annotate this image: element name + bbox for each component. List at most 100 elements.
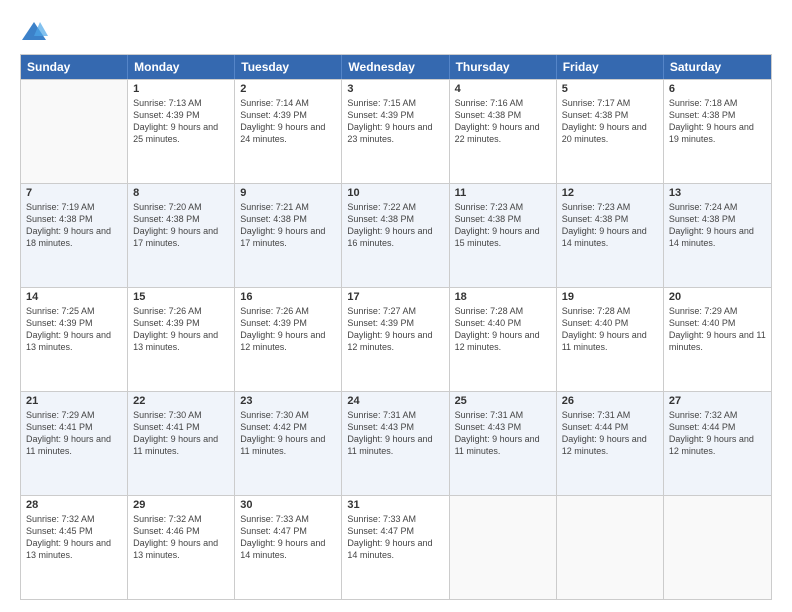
cell-info: Sunrise: 7:22 AMSunset: 4:38 PMDaylight:… [347, 201, 443, 250]
calendar-cell-w1-d1 [21, 80, 128, 183]
cell-info: Sunrise: 7:23 AMSunset: 4:38 PMDaylight:… [455, 201, 551, 250]
calendar-cell-w2-d7: 13Sunrise: 7:24 AMSunset: 4:38 PMDayligh… [664, 184, 771, 287]
calendar-cell-w4-d2: 22 Sunrise: 7:30 AMSunset: 4:41 PMDayligh… [128, 392, 235, 495]
cell-info: Sunrise: 7:17 AMSunset: 4:38 PMDaylight:… [562, 97, 658, 146]
cell-info: Sunrise: 7:27 AMSunset: 4:39 PMDaylight:… [347, 305, 443, 354]
calendar: SundayMondayTuesdayWednesdayThursdayFrid… [20, 54, 772, 600]
cell-day-number: 23 [240, 395, 336, 407]
calendar-cell-w1-d6: 5Sunrise: 7:17 AMSunset: 4:38 PMDaylight… [557, 80, 664, 183]
calendar-week-4: 21 Sunrise: 7:29 AMSunset: 4:41 PMDayligh… [21, 391, 771, 495]
cell-info: Sunrise: 7:31 AMSunset: 4:44 PMDaylight:… [562, 409, 658, 458]
cell-day-number: 16 [240, 291, 336, 303]
calendar-cell-w3-d2: 15 Sunrise: 7:26 AMSunset: 4:39 PMDayligh… [128, 288, 235, 391]
cell-info: Sunrise: 7:13 AMSunset: 4:39 PMDaylight:… [133, 97, 229, 146]
calendar-week-1: 1 Sunrise: 7:13 AMSunset: 4:39 PMDaylight… [21, 79, 771, 183]
calendar-cell-w1-d4: 3Sunrise: 7:15 AMSunset: 4:39 PMDaylight… [342, 80, 449, 183]
cell-day-number: 29 [133, 499, 229, 511]
cell-info: Sunrise: 7:24 AMSunset: 4:38 PMDaylight:… [669, 201, 766, 250]
cell-day-number: 8 [133, 187, 229, 199]
cell-day-number: 28 [26, 499, 122, 511]
cell-day-number: 26 [562, 395, 658, 407]
calendar-cell-w5-d1: 28 Sunrise: 7:32 AMSunset: 4:45 PMDayligh… [21, 496, 128, 599]
calendar-cell-w1-d2: 1 Sunrise: 7:13 AMSunset: 4:39 PMDaylight… [128, 80, 235, 183]
header [20, 18, 772, 46]
header-day-thursday: Thursday [450, 55, 557, 79]
cell-info: Sunrise: 7:31 AMSunset: 4:43 PMDaylight:… [347, 409, 443, 458]
cell-day-number: 17 [347, 291, 443, 303]
cell-day-number: 4 [455, 83, 551, 95]
calendar-week-5: 28 Sunrise: 7:32 AMSunset: 4:45 PMDayligh… [21, 495, 771, 599]
calendar-cell-w2-d4: 10 Sunrise: 7:22 AMSunset: 4:38 PMDayligh… [342, 184, 449, 287]
cell-info: Sunrise: 7:32 AMSunset: 4:46 PMDaylight:… [133, 513, 229, 562]
calendar-cell-w4-d7: 27Sunrise: 7:32 AMSunset: 4:44 PMDayligh… [664, 392, 771, 495]
calendar-cell-w2-d2: 8 Sunrise: 7:20 AMSunset: 4:38 PMDaylight… [128, 184, 235, 287]
cell-day-number: 20 [669, 291, 766, 303]
cell-day-number: 2 [240, 83, 336, 95]
cell-day-number: 10 [347, 187, 443, 199]
cell-day-number: 21 [26, 395, 122, 407]
calendar-cell-w2-d6: 12 Sunrise: 7:23 AMSunset: 4:38 PMDayligh… [557, 184, 664, 287]
header-day-saturday: Saturday [664, 55, 771, 79]
calendar-cell-w2-d5: 11 Sunrise: 7:23 AMSunset: 4:38 PMDayligh… [450, 184, 557, 287]
calendar-cell-w5-d7 [664, 496, 771, 599]
cell-info: Sunrise: 7:30 AMSunset: 4:42 PMDaylight:… [240, 409, 336, 458]
cell-info: Sunrise: 7:29 AMSunset: 4:40 PMDaylight:… [669, 305, 766, 354]
calendar-header: SundayMondayTuesdayWednesdayThursdayFrid… [21, 55, 771, 79]
cell-day-number: 15 [133, 291, 229, 303]
cell-info: Sunrise: 7:23 AMSunset: 4:38 PMDaylight:… [562, 201, 658, 250]
cell-day-number: 31 [347, 499, 443, 511]
header-day-sunday: Sunday [21, 55, 128, 79]
calendar-week-2: 7 Sunrise: 7:19 AMSunset: 4:38 PMDaylight… [21, 183, 771, 287]
cell-info: Sunrise: 7:16 AMSunset: 4:38 PMDaylight:… [455, 97, 551, 146]
cell-info: Sunrise: 7:21 AMSunset: 4:38 PMDaylight:… [240, 201, 336, 250]
cell-info: Sunrise: 7:20 AMSunset: 4:38 PMDaylight:… [133, 201, 229, 250]
cell-info: Sunrise: 7:31 AMSunset: 4:43 PMDaylight:… [455, 409, 551, 458]
cell-day-number: 24 [347, 395, 443, 407]
cell-info: Sunrise: 7:25 AMSunset: 4:39 PMDaylight:… [26, 305, 122, 354]
cell-info: Sunrise: 7:14 AMSunset: 4:39 PMDaylight:… [240, 97, 336, 146]
calendar-cell-w3-d7: 20 Sunrise: 7:29 AMSunset: 4:40 PMDayligh… [664, 288, 771, 391]
cell-day-number: 12 [562, 187, 658, 199]
cell-info: Sunrise: 7:30 AMSunset: 4:41 PMDaylight:… [133, 409, 229, 458]
header-day-monday: Monday [128, 55, 235, 79]
cell-day-number: 11 [455, 187, 551, 199]
cell-info: Sunrise: 7:32 AMSunset: 4:44 PMDaylight:… [669, 409, 766, 458]
cell-info: Sunrise: 7:26 AMSunset: 4:39 PMDaylight:… [133, 305, 229, 354]
cell-info: Sunrise: 7:18 AMSunset: 4:38 PMDaylight:… [669, 97, 766, 146]
calendar-cell-w3-d6: 19 Sunrise: 7:28 AMSunset: 4:40 PMDayligh… [557, 288, 664, 391]
cell-day-number: 3 [347, 83, 443, 95]
cell-info: Sunrise: 7:28 AMSunset: 4:40 PMDaylight:… [562, 305, 658, 354]
cell-info: Sunrise: 7:26 AMSunset: 4:39 PMDaylight:… [240, 305, 336, 354]
cell-info: Sunrise: 7:33 AMSunset: 4:47 PMDaylight:… [347, 513, 443, 562]
calendar-cell-w4-d6: 26 Sunrise: 7:31 AMSunset: 4:44 PMDayligh… [557, 392, 664, 495]
cell-day-number: 22 [133, 395, 229, 407]
cell-day-number: 9 [240, 187, 336, 199]
calendar-cell-w1-d7: 6 Sunrise: 7:18 AMSunset: 4:38 PMDaylight… [664, 80, 771, 183]
cell-info: Sunrise: 7:33 AMSunset: 4:47 PMDaylight:… [240, 513, 336, 562]
logo-icon [20, 18, 48, 46]
page: SundayMondayTuesdayWednesdayThursdayFrid… [0, 0, 792, 612]
calendar-week-3: 14 Sunrise: 7:25 AMSunset: 4:39 PMDayligh… [21, 287, 771, 391]
calendar-cell-w1-d3: 2 Sunrise: 7:14 AMSunset: 4:39 PMDaylight… [235, 80, 342, 183]
cell-info: Sunrise: 7:28 AMSunset: 4:40 PMDaylight:… [455, 305, 551, 354]
logo [20, 18, 52, 46]
calendar-cell-w3-d4: 17 Sunrise: 7:27 AMSunset: 4:39 PMDayligh… [342, 288, 449, 391]
cell-day-number: 19 [562, 291, 658, 303]
calendar-body: 1 Sunrise: 7:13 AMSunset: 4:39 PMDaylight… [21, 79, 771, 599]
calendar-cell-w4-d1: 21 Sunrise: 7:29 AMSunset: 4:41 PMDayligh… [21, 392, 128, 495]
header-day-wednesday: Wednesday [342, 55, 449, 79]
cell-day-number: 14 [26, 291, 122, 303]
cell-day-number: 25 [455, 395, 551, 407]
calendar-cell-w5-d4: 31 Sunrise: 7:33 AMSunset: 4:47 PMDayligh… [342, 496, 449, 599]
cell-info: Sunrise: 7:19 AMSunset: 4:38 PMDaylight:… [26, 201, 122, 250]
cell-day-number: 18 [455, 291, 551, 303]
cell-info: Sunrise: 7:32 AMSunset: 4:45 PMDaylight:… [26, 513, 122, 562]
calendar-cell-w4-d3: 23 Sunrise: 7:30 AMSunset: 4:42 PMDayligh… [235, 392, 342, 495]
cell-info: Sunrise: 7:29 AMSunset: 4:41 PMDaylight:… [26, 409, 122, 458]
calendar-cell-w3-d3: 16 Sunrise: 7:26 AMSunset: 4:39 PMDayligh… [235, 288, 342, 391]
cell-day-number: 7 [26, 187, 122, 199]
calendar-cell-w5-d3: 30Sunrise: 7:33 AMSunset: 4:47 PMDayligh… [235, 496, 342, 599]
calendar-cell-w5-d6 [557, 496, 664, 599]
cell-day-number: 6 [669, 83, 766, 95]
cell-day-number: 1 [133, 83, 229, 95]
